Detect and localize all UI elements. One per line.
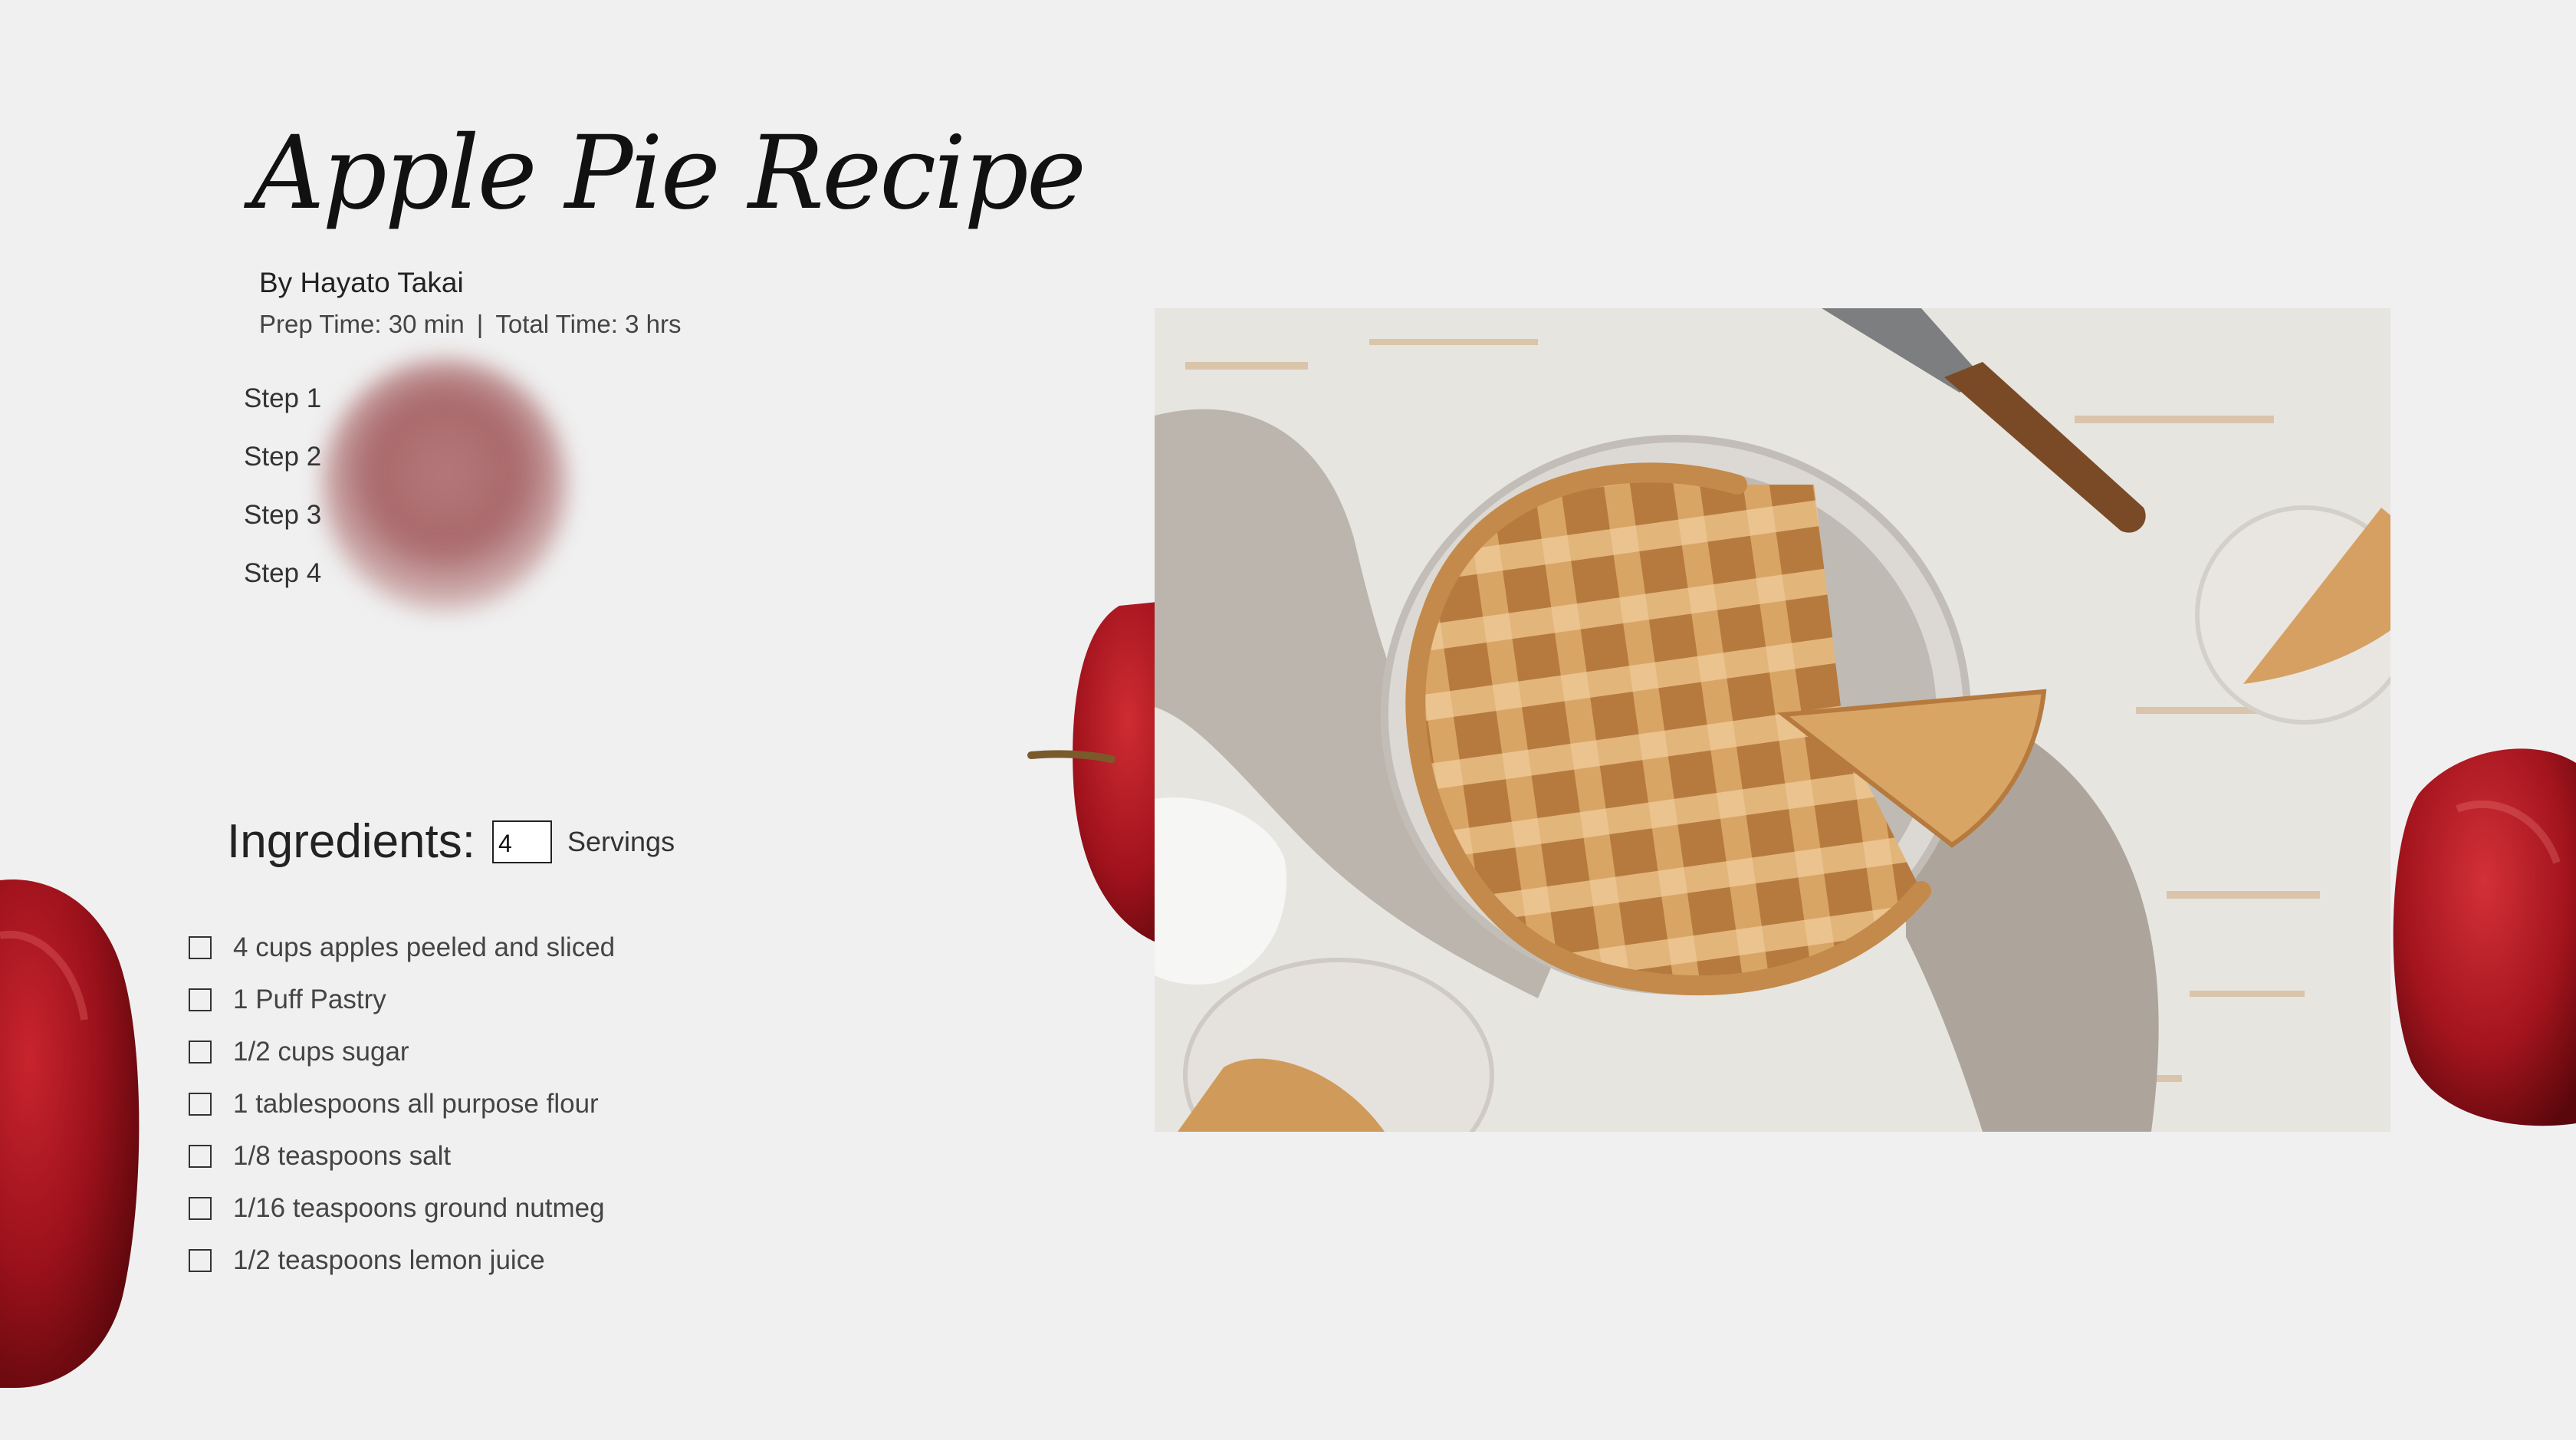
time-separator: | — [476, 310, 484, 338]
ingredient-label: 4 cups apples peeled and sliced — [233, 932, 616, 962]
ingredient-label: 1 Puff Pastry — [233, 985, 386, 1014]
recipe-times: Prep Time: 30 min | Total Time: 3 hrs — [259, 310, 681, 339]
ingredients-list: 4 cups apples peeled and sliced 1 Puff P… — [189, 922, 615, 1287]
ingredient-item: 1 Puff Pastry — [189, 974, 615, 1026]
total-time: Total Time: 3 hrs — [495, 310, 682, 338]
ingredient-label: 1/2 teaspoons lemon juice — [233, 1245, 545, 1275]
ingredient-item: 1/16 teaspoons ground nutmeg — [189, 1182, 615, 1235]
ingredient-checkbox[interactable] — [189, 1041, 212, 1064]
ingredient-item: 1/2 teaspoons lemon juice — [189, 1235, 615, 1287]
step-2-link[interactable]: Step 2 — [244, 439, 321, 497]
ingredient-checkbox[interactable] — [189, 936, 212, 959]
ingredient-label: 1/16 teaspoons ground nutmeg — [233, 1193, 605, 1223]
ingredient-checkbox[interactable] — [189, 1249, 212, 1272]
apple-pie-photo — [1155, 308, 2390, 1132]
step-1-link[interactable]: Step 1 — [244, 380, 321, 439]
step-3-link[interactable]: Step 3 — [244, 497, 321, 555]
apple-left-decoration — [0, 879, 140, 1388]
ingredient-checkbox[interactable] — [189, 988, 212, 1011]
ingredients-heading: Ingredients: — [227, 815, 475, 868]
recipe-title: Apple Pie Recipe — [251, 114, 1086, 232]
recipe-author: By Hayato Takai — [259, 267, 464, 298]
ingredient-item: 1/2 cups sugar — [189, 1026, 615, 1078]
ingredient-item: 1 tablespoons all purpose flour — [189, 1078, 615, 1130]
prep-time: Prep Time: 30 min — [259, 310, 465, 338]
ingredients-header: Ingredients: Servings — [227, 814, 675, 869]
ingredient-checkbox[interactable] — [189, 1145, 212, 1168]
steps-nav: Step 1 Step 2 Step 3 Step 4 — [244, 380, 321, 613]
servings-input[interactable] — [492, 820, 552, 863]
servings-label: Servings — [567, 825, 675, 857]
apple-right-decoration — [2393, 748, 2576, 1126]
ingredient-label: 1 tablespoons all purpose flour — [233, 1089, 599, 1119]
ingredient-item: 4 cups apples peeled and sliced — [189, 922, 615, 974]
blurred-apple-decoration — [322, 359, 567, 612]
ingredient-label: 1/2 cups sugar — [233, 1037, 409, 1067]
ingredient-checkbox[interactable] — [189, 1093, 212, 1116]
ingredient-item: 1/8 teaspoons salt — [189, 1130, 615, 1182]
ingredient-label: 1/8 teaspoons salt — [233, 1141, 452, 1171]
ingredient-checkbox[interactable] — [189, 1197, 212, 1220]
step-4-link[interactable]: Step 4 — [244, 555, 321, 613]
